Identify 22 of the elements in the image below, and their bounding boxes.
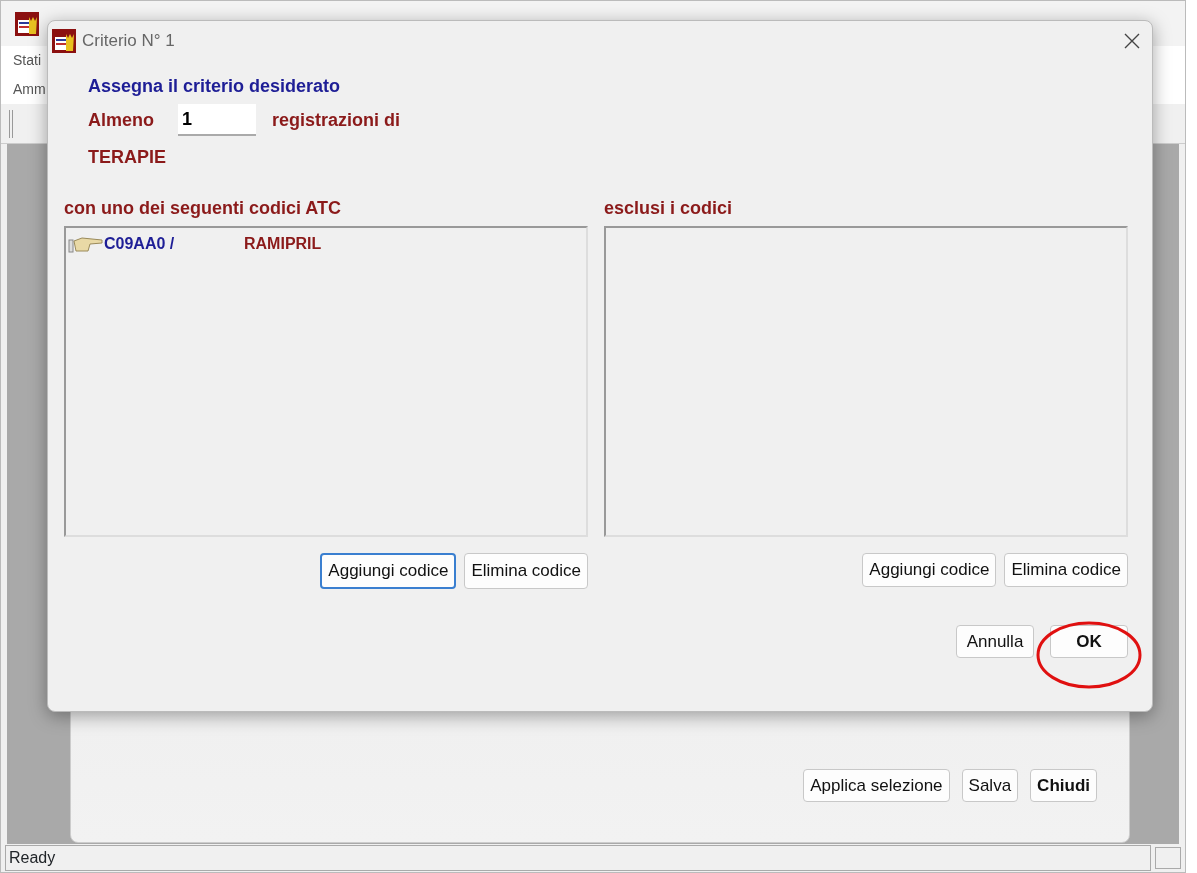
code-button[interactable]: Elimina codice xyxy=(1004,553,1128,587)
list-label: esclusi i codici xyxy=(604,197,734,220)
dialog-button[interactable]: OK xyxy=(1050,624,1128,658)
count-field[interactable]: 1 xyxy=(178,104,256,136)
status-text: Ready xyxy=(5,845,1151,871)
code-text: C09AA0 / xyxy=(104,234,176,254)
window-button[interactable]: Applica selezione xyxy=(803,768,950,802)
heading-text: Assegna il criterio desiderato xyxy=(88,75,342,98)
dialog-button[interactable]: Annulla xyxy=(956,624,1034,658)
drug-name: RAMIPRIL xyxy=(244,234,322,254)
dialog-title: Criterio N° 1 xyxy=(82,30,175,53)
count-label: Almeno xyxy=(88,108,154,132)
code-button[interactable]: Aggiungi codice xyxy=(320,553,457,589)
code-button[interactable]: Elimina codice xyxy=(464,553,588,589)
window-button[interactable]: Chiudi xyxy=(1030,768,1097,802)
list-item[interactable]: C09AA0 / RAMIPRIL xyxy=(68,232,584,256)
code-button[interactable]: Aggiungi codice xyxy=(862,553,997,587)
count-suffix: registrazioni di xyxy=(272,108,401,132)
list-label: con uno dei seguenti codici ATC xyxy=(64,197,342,220)
category-text: TERAPIE xyxy=(88,146,167,169)
code-list[interactable]: C09AA0 / RAMIPRIL xyxy=(64,226,588,537)
window-button[interactable]: Salva xyxy=(961,768,1019,802)
